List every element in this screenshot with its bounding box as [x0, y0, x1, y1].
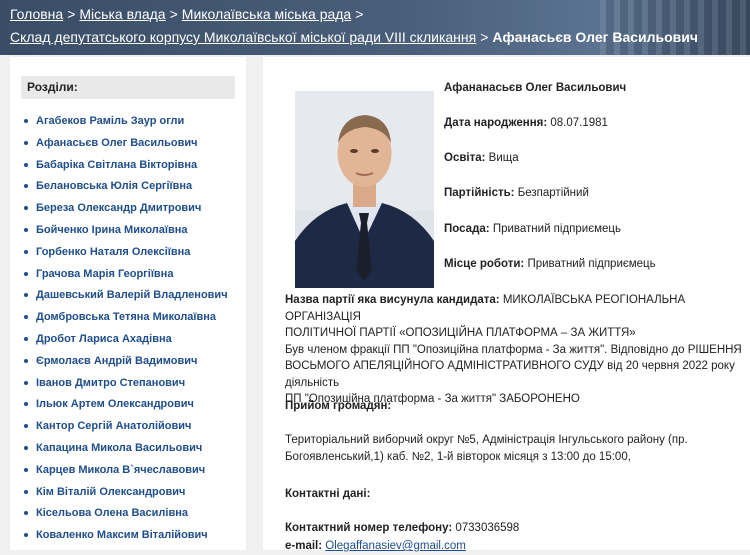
breadcrumb-second-line: Склад депутатського корпусу Миколаївсько…: [10, 29, 698, 45]
bullet-icon: [24, 402, 28, 407]
sidebar-item-label: Агабеков Раміль Заур огли: [36, 115, 185, 127]
sidebar-item[interactable]: Карцев Микола В`ячеславович: [24, 464, 228, 486]
bullet-icon: [24, 380, 28, 385]
sidebar-item[interactable]: Агабеков Раміль Заур огли: [24, 115, 228, 137]
reception-details: Територіальний виборчий округ №5, Адміні…: [285, 434, 688, 463]
party-affiliation: Партійність: Безпартійний: [444, 187, 589, 199]
profile-panel: Афананасьєв Олег Васильович Дата народже…: [263, 57, 750, 552]
sidebar-item-label: Кісельова Олена Василівна: [36, 507, 188, 520]
breadcrumb-separator: >: [67, 6, 76, 22]
phone: Контактний номер телефону: 0733036598: [285, 522, 520, 534]
bullet-icon: [24, 511, 28, 516]
breadcrumb-home-link[interactable]: Головна: [10, 6, 63, 22]
sidebar-item[interactable]: Іванов Дмитро Степанович: [24, 377, 228, 399]
bullet-icon: [24, 467, 28, 472]
breadcrumb-deputies-link[interactable]: Склад депутатського корпусу Миколаївсько…: [10, 29, 476, 45]
reception-heading: Прийом громадян:: [285, 400, 392, 412]
sidebar-item[interactable]: Береза Олександр Дмитрович: [24, 202, 228, 224]
sidebar-item-label: Белановська Юлія Сергіївна: [36, 180, 193, 193]
portrait-image: [295, 91, 434, 288]
breadcrumb-city-government-link[interactable]: Міська влада: [79, 6, 165, 22]
sidebar-item-label: Ільюк Артем Олександрович: [36, 398, 194, 411]
sidebar-item-label: Береза Олександр Дмитрович: [36, 202, 202, 215]
breadcrumb: Головна > Міська влада > Миколаївська міська…: [10, 6, 367, 22]
sidebar-item-label: Горбенко Наталя Олексіївна: [36, 245, 191, 258]
sidebar-item[interactable]: Кантор Сергій Анатолійович: [24, 420, 228, 442]
sidebar-item-label: Коваленко Максим Віталійович: [36, 529, 208, 542]
breadcrumb-separator: >: [480, 29, 489, 45]
email-link[interactable]: Olegaffanasiev@gmail.com: [325, 540, 466, 552]
sidebar-item-label: Єрмолаєв Андрій Вадимович: [36, 354, 198, 367]
bullet-icon: [24, 140, 28, 145]
sidebar-item-label: Дробот Лариса Ахадівна: [36, 332, 172, 345]
sidebar-item-label: Домбровська Тетяна Миколаївна: [36, 311, 217, 324]
sidebar-item[interactable]: Белановська Юлія Сергіївна: [24, 180, 228, 202]
sidebar-title: Розділи:: [21, 76, 235, 99]
education: Освіта: Вища: [444, 152, 519, 164]
sidebar-item[interactable]: Дробот Лариса Ахадівна: [24, 333, 228, 355]
sidebar-item[interactable]: Кім Віталій Олександрович: [24, 486, 228, 508]
sidebar-item[interactable]: Кісельова Олена Василівна: [24, 507, 228, 529]
bullet-icon: [24, 293, 28, 298]
contacts-heading: Контактні дані:: [285, 488, 371, 500]
birth-date: Дата народження: 08.07.1981: [444, 117, 608, 129]
sidebar-item[interactable]: Капацина Микола Васильович: [24, 442, 228, 464]
sidebar-item-label: Афанасьєв Олег Васильович: [36, 136, 198, 149]
bullet-icon: [24, 271, 28, 276]
breadcrumb-separator: >: [355, 6, 364, 22]
bullet-icon: [24, 337, 28, 342]
deputy-name: Афананасьєв Олег Васильович: [444, 82, 627, 94]
sidebar-item-label: Кантор Сергій Анатолійович: [36, 420, 192, 433]
sidebar-item[interactable]: Горбенко Наталя Олексіївна: [24, 246, 228, 268]
page-header: Головна > Міська влада > Миколаївська міська…: [0, 0, 750, 55]
sidebar-item-label: Дашевський Валерій Владленович: [36, 289, 228, 302]
sidebar-item[interactable]: Афанасьєв Олег Васильович: [24, 137, 228, 159]
sidebar-item-label: Грачова Марія Георгіївна: [36, 267, 174, 280]
sidebar-item-label: Бабаріка Світлана Вікторівна: [36, 158, 198, 171]
sidebar-item[interactable]: Грачова Марія Георгіївна: [24, 268, 228, 290]
sidebar-item[interactable]: Бабаріка Світлана Вікторівна: [24, 159, 228, 181]
bullet-icon: [24, 206, 28, 211]
sidebar-item[interactable]: Ільюк Артем Олександрович: [24, 398, 228, 420]
nominating-party: Назва партії яка висунула кандидата: МИК…: [285, 294, 742, 405]
sidebar-item[interactable]: Бойченко Ірина Миколаївна: [24, 224, 228, 246]
bullet-icon: [24, 315, 28, 320]
sidebar-item-label: Кім Віталій Олександрович: [36, 485, 186, 498]
bullet-icon: [24, 424, 28, 429]
sidebar-item-label: Іванов Дмитро Степанович: [36, 376, 186, 389]
sidebar: Розділи: Агабеков Раміль Заур огли Афанас…: [10, 57, 246, 550]
breadcrumb-current: Афанасьєв Олег Васильович: [492, 29, 699, 45]
sidebar-item[interactable]: Дашевський Валерій Владленович: [24, 289, 228, 311]
deputies-list: Агабеков Раміль Заур огли Афанасьєв Олег …: [24, 115, 228, 551]
sidebar-item[interactable]: Домбровська Тетяна Миколаївна: [24, 311, 228, 333]
bullet-icon: [24, 119, 28, 124]
bullet-icon: [24, 228, 28, 233]
sidebar-item[interactable]: Коваленко Максим Віталійович: [24, 529, 228, 551]
email: e-mail: Olegaffanasiev@gmail.com: [285, 540, 466, 552]
breadcrumb-city-council-link[interactable]: Миколаївська міська рада: [182, 6, 351, 22]
bullet-icon: [24, 533, 28, 538]
bullet-icon: [24, 489, 28, 494]
header-decoration: [600, 0, 750, 55]
breadcrumb-separator: >: [169, 6, 178, 22]
bullet-icon: [24, 358, 28, 363]
deputy-photo: [295, 91, 434, 288]
sidebar-item-label: Бойченко Ірина Миколаївна: [36, 223, 188, 236]
bullet-icon: [24, 162, 28, 167]
bullet-icon: [24, 184, 28, 189]
sidebar-item[interactable]: Єрмолаєв Андрій Вадимович: [24, 355, 228, 377]
bullet-icon: [24, 249, 28, 254]
sidebar-item-label: Карцев Микола В`ячеславович: [36, 463, 206, 476]
sidebar-item-label: Капацина Микола Васильович: [36, 441, 203, 454]
bullet-icon: [24, 446, 28, 451]
workplace: Місце роботи: Приватний підприємець: [444, 258, 656, 270]
position: Посада: Приватний підприємець: [444, 223, 621, 235]
